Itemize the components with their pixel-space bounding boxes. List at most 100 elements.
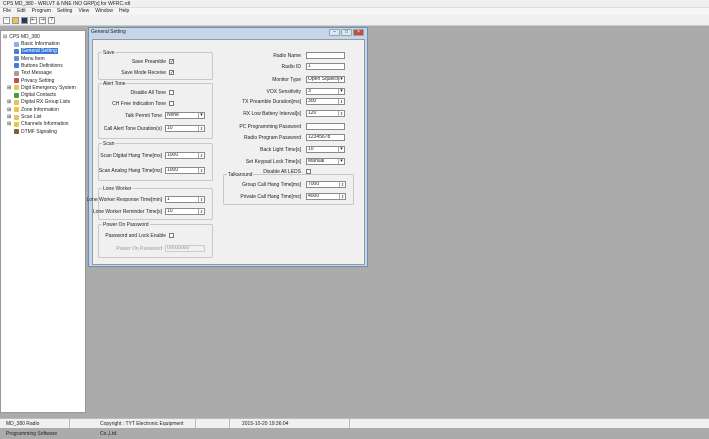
label: Talk Permit Tone bbox=[125, 113, 162, 119]
power-on-password-group: Power On Password Password and Lock Enab… bbox=[98, 222, 213, 258]
tree-item-label: DTMF Signaling bbox=[21, 128, 57, 135]
label: TX Preamble Duration[ms] bbox=[242, 99, 301, 105]
save-mode-receive-checkbox[interactable]: ✓ bbox=[169, 70, 174, 76]
expand-icon[interactable]: ⊞ bbox=[7, 114, 12, 120]
label: Lone Worker Response Time[min] bbox=[86, 197, 163, 203]
tx-pre-input[interactable]: 300 bbox=[306, 98, 345, 105]
vox-select[interactable]: 3 bbox=[306, 88, 345, 95]
expand-icon[interactable]: ⊞ bbox=[7, 107, 12, 113]
alert-tone-group: Alert Tone Disable All Tone CH Free Indi… bbox=[98, 81, 213, 139]
tree-item[interactable]: Privacy Setting bbox=[7, 78, 54, 84]
label: Save Mode Receive bbox=[121, 70, 166, 76]
status-app: MD_380 Radio Programming Software bbox=[0, 419, 70, 437]
tree-item-label: Digital RX Group Lists bbox=[21, 99, 71, 106]
menu-view[interactable]: View bbox=[78, 8, 89, 15]
key-icon bbox=[14, 78, 19, 83]
open-folder-icon[interactable] bbox=[12, 17, 19, 24]
label: Scan Digital Hang Time[ms] bbox=[100, 153, 162, 159]
read-radio-icon[interactable]: ⇤ bbox=[30, 17, 37, 24]
label: Monitor Type bbox=[272, 77, 301, 83]
tree-item[interactable]: ⊞ Digit Emergency System bbox=[7, 85, 76, 91]
rx-low-input[interactable]: 120 bbox=[306, 110, 345, 117]
label: Lone Worker Reminder Time[s] bbox=[92, 209, 162, 215]
expand-icon[interactable]: ⊞ bbox=[7, 99, 12, 105]
keypad-select[interactable]: Manual bbox=[306, 158, 345, 165]
private-call-hang-input[interactable]: 4000 bbox=[306, 193, 346, 200]
group-call-hang-input[interactable]: 7000 bbox=[306, 181, 346, 188]
radio-pwd-input[interactable]: 12345678 bbox=[306, 134, 345, 141]
status-empty bbox=[196, 419, 230, 428]
label: Scan Analog Hang Time[ms] bbox=[98, 168, 162, 174]
lone-worker-response-input[interactable]: 1 bbox=[165, 196, 205, 203]
menu-window[interactable]: Window bbox=[95, 8, 113, 15]
collapse-icon[interactable]: ⊟ bbox=[3, 34, 7, 40]
tree-item[interactable]: ⊞ Zone Information bbox=[7, 107, 59, 113]
radio-id-input[interactable]: 1 bbox=[306, 63, 345, 70]
folder-icon bbox=[14, 121, 19, 127]
dialog-title: General Setting bbox=[91, 29, 126, 35]
scan-analog-hang-input[interactable]: 1000 bbox=[165, 167, 205, 174]
monitor-select[interactable]: Open Squelch bbox=[306, 76, 345, 83]
tree-item-label: Menu Item bbox=[21, 55, 45, 62]
tree-item[interactable]: Digital Contacts bbox=[7, 92, 56, 98]
lone-worker-reminder-input[interactable]: 10 bbox=[165, 208, 205, 215]
button-icon bbox=[14, 63, 19, 69]
pc-pwd-input[interactable] bbox=[306, 123, 345, 130]
label: VOX Sensitivity bbox=[266, 89, 301, 95]
menu-icon bbox=[14, 56, 19, 62]
tree-item[interactable]: DTMF Signaling bbox=[7, 129, 57, 135]
tree-item-label: Channels Information bbox=[21, 121, 69, 128]
menu-file[interactable]: File bbox=[3, 8, 11, 15]
about-icon[interactable]: ? bbox=[48, 17, 55, 24]
save-icon[interactable] bbox=[21, 17, 28, 24]
maximize-button[interactable]: □ bbox=[341, 29, 352, 36]
password-lock-checkbox[interactable] bbox=[169, 233, 174, 238]
label: Private Call Hang Time[ms] bbox=[240, 194, 301, 200]
disable-all-tone-checkbox[interactable] bbox=[169, 90, 174, 95]
expand-icon[interactable]: ⊞ bbox=[7, 85, 12, 91]
close-button[interactable]: × bbox=[353, 29, 364, 36]
label: CH Free Indication Tone bbox=[112, 101, 166, 107]
talk-permit-tone-select[interactable]: None bbox=[165, 112, 205, 119]
group-title: Scan bbox=[102, 141, 116, 147]
expand-icon[interactable]: ⊞ bbox=[7, 121, 12, 127]
power-on-password-input[interactable]: 00000000 bbox=[165, 245, 205, 252]
label: Power On Password bbox=[116, 246, 162, 252]
scan-digital-hang-input[interactable]: 1000 bbox=[165, 152, 205, 159]
tree-item[interactable]: General Setting bbox=[7, 48, 58, 55]
tree-item[interactable]: Menu Item bbox=[7, 56, 45, 62]
tree-item[interactable]: Basic Information bbox=[7, 41, 60, 47]
toolbar: ▫ ⇤ ⇥ ? bbox=[0, 15, 709, 26]
lone-worker-group: Lone Worker Lone Worker Response Time[mi… bbox=[87, 186, 213, 220]
tree-item[interactable]: ⊞ Channels Information bbox=[7, 121, 69, 127]
backlight-select[interactable]: 10 bbox=[306, 146, 345, 153]
scan-group: Scan Scan Digital Hang Time[ms]1000 Scan… bbox=[98, 141, 213, 181]
minimize-button[interactable]: – bbox=[329, 29, 340, 36]
folder-icon bbox=[14, 107, 19, 113]
menu-help[interactable]: Help bbox=[119, 8, 129, 15]
label: Set Keypad Lock Time[s] bbox=[245, 159, 301, 165]
menu-bar: File Edit Program Setting View Window Help bbox=[0, 8, 709, 15]
window-title: CPS MD_380 - WRLVT & NNE INO GRP[x] for … bbox=[0, 0, 709, 8]
new-file-icon[interactable]: ▫ bbox=[3, 17, 10, 24]
save-preamble-checkbox[interactable]: ✓ bbox=[169, 59, 174, 65]
tree-item[interactable]: Buttons Definitions bbox=[7, 63, 63, 69]
menu-program[interactable]: Program bbox=[32, 8, 51, 15]
write-radio-icon[interactable]: ⇥ bbox=[39, 17, 46, 24]
tree-item[interactable]: ⊞ Scan List bbox=[7, 114, 42, 120]
tree-item[interactable]: ⊞ Digital RX Group Lists bbox=[7, 99, 70, 105]
menu-setting[interactable]: Setting bbox=[57, 8, 73, 15]
talkaround-group: Talkaround Group Call Hang Time[ms] 7000 … bbox=[223, 172, 354, 205]
menu-edit[interactable]: Edit bbox=[17, 8, 26, 15]
tree-item[interactable]: Text Message bbox=[7, 70, 52, 76]
tree-panel[interactable]: ⊟ CPS MD_380 Basic Information General Set… bbox=[0, 30, 86, 413]
radio-name-input[interactable] bbox=[306, 52, 345, 59]
label: Password and Lock Enable bbox=[105, 233, 166, 239]
label: Radio Name bbox=[273, 53, 301, 59]
tree-root-label: CPS MD_380 bbox=[9, 34, 40, 40]
group-title: Power On Password bbox=[102, 222, 150, 228]
call-alert-duration-input[interactable]: 10 bbox=[165, 125, 205, 132]
tree-root[interactable]: ⊟ CPS MD_380 bbox=[3, 34, 40, 40]
ch-free-tone-checkbox[interactable] bbox=[169, 101, 174, 106]
label: Disable All Tone bbox=[130, 90, 167, 96]
